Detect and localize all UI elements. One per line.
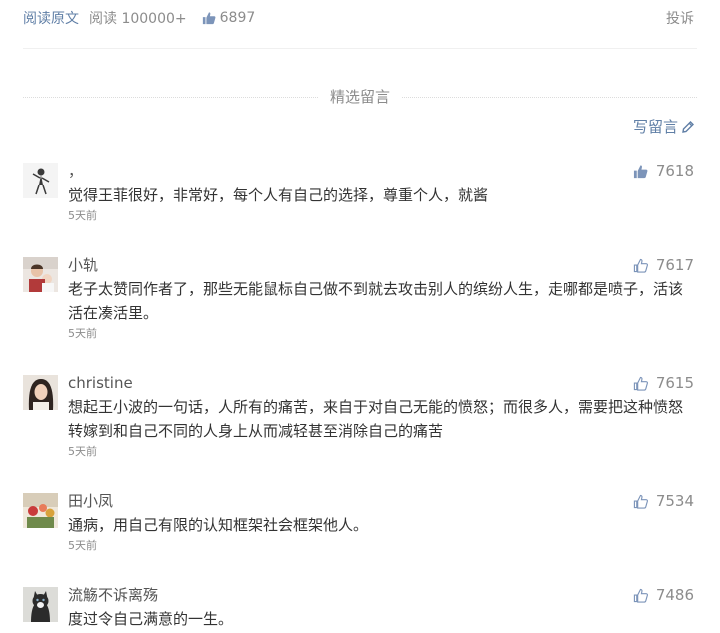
read-count: 阅读 100000+: [89, 11, 187, 27]
avatar-flowers[interactable]: [23, 493, 58, 528]
comment-like-button[interactable]: 7618: [633, 162, 694, 180]
comment-time: 5天前: [68, 327, 97, 340]
avatar-woman-dancing[interactable]: [23, 163, 58, 198]
thumbs-up-outline-icon: [633, 494, 648, 509]
comment-item: 田小凤 7534 通病，用自己有限的认知框架社会框架他人。 5天前: [23, 490, 694, 584]
thumbs-up-filled-icon: [633, 164, 648, 178]
comment-nickname: 流觞不诉离殇: [68, 586, 159, 604]
comment-like-button[interactable]: 7615: [633, 374, 694, 392]
avatar-woman-portrait[interactable]: [23, 375, 58, 410]
comment-like-button[interactable]: 7617: [633, 256, 694, 274]
comment-content: 通病，用自己有限的认知框架社会框架他人。: [68, 516, 369, 534]
comment-time: 5天前: [68, 539, 97, 552]
comment-like-count: 7615: [655, 374, 694, 392]
write-comment-button[interactable]: 写留言: [633, 116, 694, 137]
read-original-link[interactable]: 阅读原文: [23, 8, 79, 28]
article-like-button[interactable]: 6897: [202, 10, 256, 26]
pencil-icon: [682, 120, 694, 133]
comment-like-button[interactable]: 7486: [633, 586, 694, 604]
comment-nickname: 田小凤: [68, 492, 114, 510]
article-like-count: 6897: [219, 10, 256, 26]
comment-like-count: 7618: [655, 162, 694, 180]
comment-content: 度过令自己满意的一生。: [68, 610, 234, 628]
comment-like-count: 7617: [655, 256, 694, 274]
comment-item: ， 7618 觉得王菲很好，非常好，每个人有自己的选择，尊重个人，就酱 5天前: [23, 160, 694, 254]
write-comment-label: 写留言: [632, 118, 678, 136]
section-title: 精选留言: [330, 88, 391, 106]
comment-item: 小轨 7617 老子太赞同作者了，那些无能鼠标自己做不到就去攻击别人的缤纷人生，…: [23, 254, 694, 372]
comment-item: christine 7615 想起王小波的一句话，人所有的痛苦，来自于对自己无能…: [23, 372, 694, 490]
thumbs-up-outline-icon: [633, 588, 648, 603]
heading-divider-right: [402, 96, 698, 98]
comment-nickname: ，: [68, 162, 84, 180]
comment-time: 5天前: [68, 445, 97, 458]
thumbs-up-outline-icon: [633, 376, 648, 391]
report-link[interactable]: 投诉: [666, 8, 694, 28]
comment-nickname: christine: [68, 374, 133, 392]
comment-content: 觉得王菲很好，非常好，每个人有自己的选择，尊重个人，就酱: [68, 186, 489, 204]
comment-list: ， 7618 觉得王菲很好，非常好，每个人有自己的选择，尊重个人，就酱 5天前 …: [23, 160, 694, 631]
thumbs-up-icon: [202, 12, 216, 25]
avatar-person-with-baby[interactable]: [23, 257, 58, 292]
comment-content: 老子太赞同作者了，那些无能鼠标自己做不到就去攻击别人的缤纷人生，走哪都是喷子，活…: [68, 280, 684, 322]
comment-item: 流觞不诉离殇 7486 度过令自己满意的一生。: [23, 584, 694, 631]
featured-comments-heading: 精选留言: [23, 86, 698, 108]
heading-divider-left: [23, 96, 318, 98]
comment-time: 5天前: [68, 209, 97, 222]
comment-content: 想起王小波的一句话，人所有的痛苦，来自于对自己无能的愤怒；而很多人，需要把这种愤…: [68, 398, 684, 440]
avatar-cat[interactable]: [23, 587, 58, 622]
comment-like-count: 7534: [655, 492, 694, 510]
comment-like-button[interactable]: 7534: [633, 492, 694, 510]
comment-like-count: 7486: [655, 586, 694, 604]
divider: [23, 48, 697, 49]
comment-nickname: 小轨: [68, 256, 99, 274]
article-footer-bar: 阅读原文 阅读 100000+ 6897 投诉: [23, 0, 694, 36]
thumbs-up-outline-icon: [633, 258, 648, 273]
